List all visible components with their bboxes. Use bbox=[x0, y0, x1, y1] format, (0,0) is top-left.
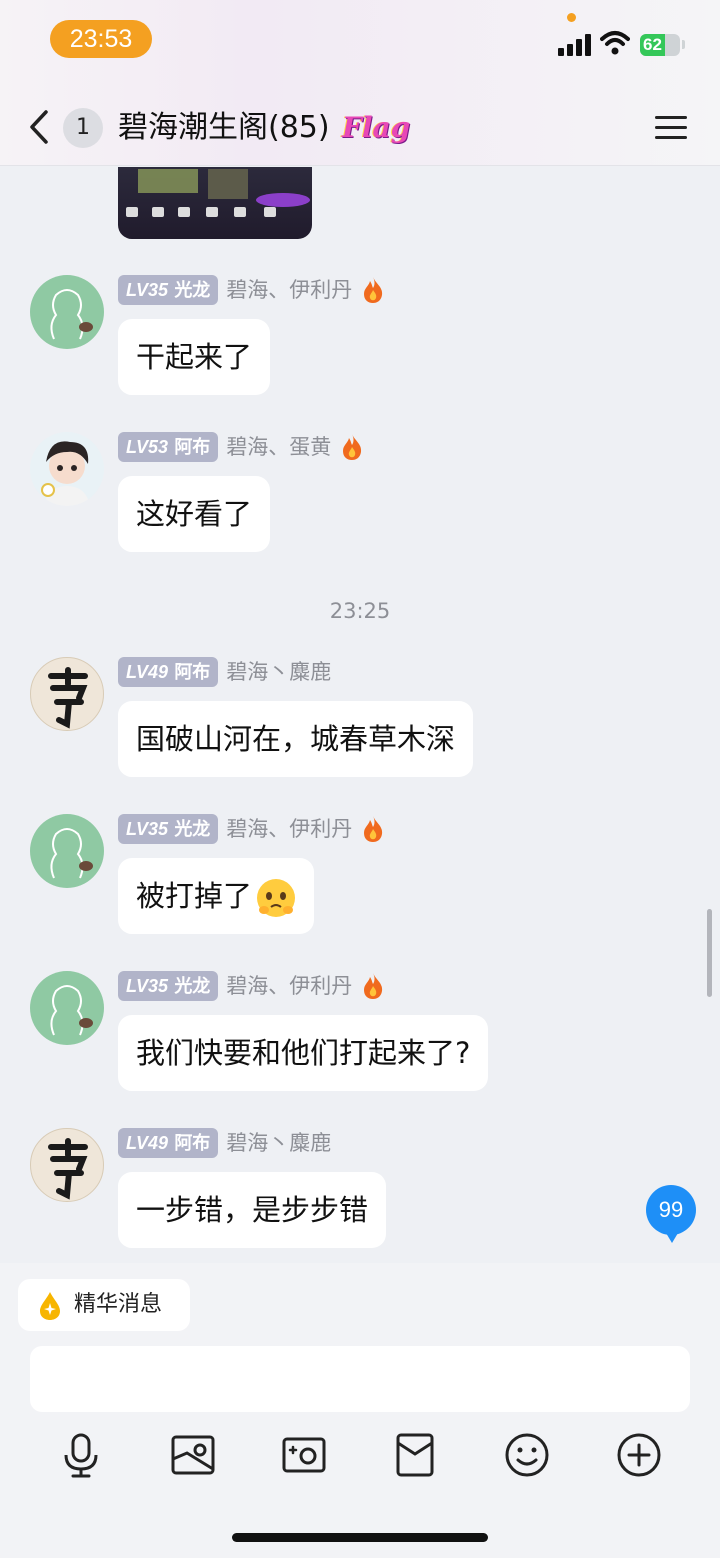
avatar[interactable] bbox=[30, 657, 104, 731]
camera-icon[interactable] bbox=[280, 1431, 328, 1479]
fire-icon bbox=[364, 816, 383, 842]
avatar[interactable] bbox=[30, 275, 104, 349]
message-bubble[interactable]: 被打掉了 bbox=[118, 858, 315, 934]
battery-tip bbox=[682, 40, 685, 49]
unread-count-badge[interactable]: 1 bbox=[63, 108, 103, 148]
essence-messages-button[interactable]: 精华消息 bbox=[18, 1279, 190, 1331]
wifi-icon bbox=[600, 31, 630, 55]
message-text: 被打掉了 bbox=[136, 879, 253, 913]
sender-name[interactable]: 碧海丶麋鹿 bbox=[226, 1128, 331, 1158]
pleading-face-emoji-icon bbox=[257, 879, 296, 917]
level-badge: LV53 阿布 bbox=[118, 432, 219, 462]
privacy-dot bbox=[567, 13, 576, 22]
fire-icon bbox=[364, 277, 383, 303]
essence-label: 精华消息 bbox=[74, 1292, 163, 1317]
avatar[interactable] bbox=[30, 971, 104, 1045]
fire-icon bbox=[364, 973, 383, 999]
sender-name[interactable]: 碧海、伊利丹 bbox=[226, 971, 352, 1001]
message-bubble[interactable]: 干起来了 bbox=[118, 319, 271, 395]
input-toolbar bbox=[0, 1431, 720, 1481]
message-bubble[interactable]: 国破山河在，城春草木深 bbox=[118, 701, 474, 777]
sender-name[interactable]: 碧海、伊利丹 bbox=[226, 275, 352, 305]
chat-list[interactable]: LV35 光龙 碧海、伊利丹 干起来了 LV53 阿布 碧海、蛋黄 这好看了 23:… bbox=[0, 167, 720, 1263]
avatar[interactable] bbox=[30, 814, 104, 888]
message-bubble[interactable]: 一步错，是步步错 bbox=[118, 1172, 387, 1248]
status-bar: 23:53 62 bbox=[0, 0, 720, 88]
level-badge: LV35 光龙 bbox=[118, 275, 219, 305]
avatar[interactable] bbox=[30, 432, 104, 506]
plus-icon[interactable] bbox=[615, 1431, 663, 1479]
essence-drop-icon bbox=[40, 1292, 60, 1320]
chat-header: 1 碧海潮生阁(85) Flag bbox=[0, 88, 720, 166]
new-messages-badge[interactable]: 99 bbox=[646, 1185, 696, 1243]
sender-name[interactable]: 碧海、伊利丹 bbox=[226, 814, 352, 844]
battery-percent: 62 bbox=[643, 35, 662, 54]
red-packet-icon[interactable] bbox=[391, 1431, 439, 1479]
mic-icon[interactable] bbox=[57, 1431, 105, 1479]
sender-name[interactable]: 碧海丶麋鹿 bbox=[226, 657, 331, 687]
signal-icon bbox=[558, 34, 592, 56]
back-icon[interactable] bbox=[26, 108, 54, 146]
message-bubble[interactable]: 这好看了 bbox=[118, 476, 271, 552]
status-time: 23:53 bbox=[50, 20, 152, 58]
message-input[interactable] bbox=[30, 1346, 690, 1412]
input-panel: 精华消息 bbox=[0, 1263, 720, 1558]
menu-icon[interactable] bbox=[655, 114, 689, 142]
scrollbar[interactable] bbox=[707, 909, 712, 997]
level-badge: LV49 阿布 bbox=[118, 1128, 219, 1158]
emoji-icon[interactable] bbox=[503, 1431, 551, 1479]
group-flag-badge: Flag bbox=[342, 111, 411, 144]
message-bubble[interactable]: 我们快要和他们打起来了? bbox=[118, 1015, 489, 1091]
group-title[interactable]: 碧海潮生阁(85) bbox=[118, 106, 330, 150]
avatar[interactable] bbox=[30, 1128, 104, 1202]
level-badge: LV49 阿布 bbox=[118, 657, 219, 687]
message-timestamp: 23:25 bbox=[329, 599, 391, 623]
battery-icon: 62 bbox=[640, 34, 680, 56]
shared-image-thumbnail[interactable] bbox=[118, 167, 312, 239]
photo-icon[interactable] bbox=[169, 1431, 217, 1479]
fire-icon bbox=[343, 434, 362, 460]
level-badge: LV35 光龙 bbox=[118, 971, 219, 1001]
sender-name[interactable]: 碧海、蛋黄 bbox=[226, 432, 331, 462]
level-badge: LV35 光龙 bbox=[118, 814, 219, 844]
home-indicator[interactable] bbox=[232, 1533, 488, 1542]
